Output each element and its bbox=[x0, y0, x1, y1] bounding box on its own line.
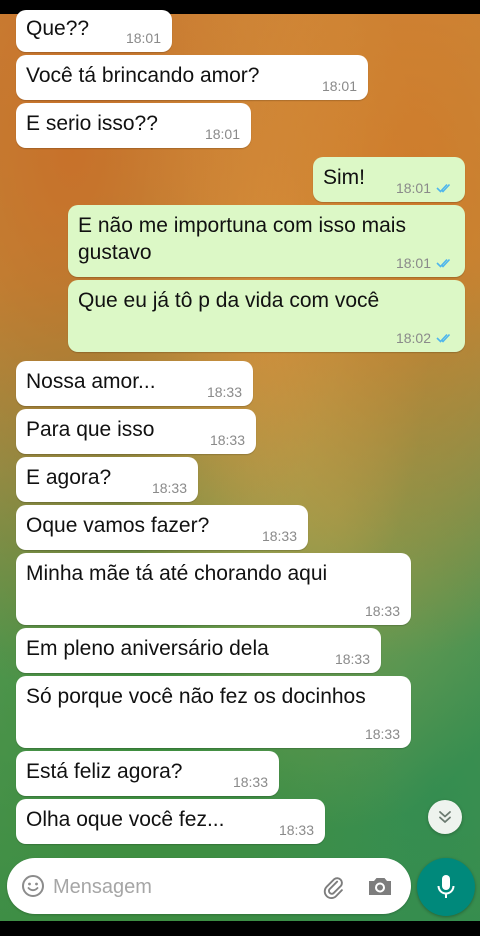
message-input[interactable] bbox=[51, 871, 305, 903]
message-text: Que eu já tô p da vida com você bbox=[78, 289, 380, 312]
message-bubble-incoming[interactable]: Para que isso 18:33 bbox=[16, 409, 256, 454]
read-ticks-icon bbox=[436, 183, 451, 193]
message-bubble-incoming[interactable]: E agora? 18:33 bbox=[16, 457, 198, 502]
message-bubble-incoming[interactable]: Que?? 18:01 bbox=[16, 10, 172, 52]
message-meta: 18:33 bbox=[233, 774, 268, 790]
message-text: Em pleno aniversário dela bbox=[26, 637, 269, 660]
navigation-bar bbox=[0, 921, 480, 936]
message-meta: 18:33 bbox=[365, 726, 400, 742]
message-bubble-incoming[interactable]: Olha oque você fez... 18:33 bbox=[16, 799, 325, 844]
message-time: 18:01 bbox=[125, 30, 161, 46]
microphone-icon bbox=[437, 875, 455, 898]
message-meta: 18:33 bbox=[262, 528, 297, 544]
camera-icon[interactable] bbox=[366, 873, 394, 899]
message-time: 18:33 bbox=[334, 651, 370, 667]
message-meta: 18:33 bbox=[335, 651, 370, 667]
read-ticks-icon bbox=[436, 333, 451, 343]
message-meta: 18:01 bbox=[396, 180, 454, 196]
message-meta: 18:33 bbox=[279, 822, 314, 838]
message-time: 18:01 bbox=[395, 255, 431, 271]
message-bubble-outgoing[interactable]: E não me importuna com isso mais gustavo… bbox=[68, 205, 465, 277]
message-meta: 18:33 bbox=[207, 384, 242, 400]
message-bubble-incoming[interactable]: Minha mãe tá até chorando aqui 18:33 bbox=[16, 553, 411, 625]
message-bubble-incoming[interactable]: Nossa amor... 18:33 bbox=[16, 361, 253, 406]
scroll-to-bottom-button[interactable] bbox=[428, 800, 462, 834]
message-bubble-incoming[interactable]: Você tá brincando amor? 18:01 bbox=[16, 55, 368, 100]
message-bubble-incoming[interactable]: Só porque você não fez os docinhos 18:33 bbox=[16, 676, 411, 748]
message-meta: 18:01 bbox=[205, 126, 240, 142]
message-text: Olha oque você fez... bbox=[26, 808, 225, 831]
message-bubble-incoming[interactable]: Oque vamos fazer? 18:33 bbox=[16, 505, 308, 550]
message-time: 18:33 bbox=[261, 528, 297, 544]
message-bubble-incoming[interactable]: Está feliz agora? 18:33 bbox=[16, 751, 279, 796]
message-text: Oque vamos fazer? bbox=[26, 514, 210, 537]
message-text: Você tá brincando amor? bbox=[26, 64, 260, 87]
message-meta: 18:33 bbox=[210, 432, 245, 448]
message-time: 18:33 bbox=[278, 822, 314, 838]
message-bubble-incoming[interactable]: Em pleno aniversário dela 18:33 bbox=[16, 628, 381, 673]
message-bubble-outgoing[interactable]: Sim! 18:01 bbox=[313, 157, 465, 202]
voice-message-button[interactable] bbox=[417, 858, 475, 916]
message-time: 18:01 bbox=[321, 78, 357, 94]
message-time: 18:33 bbox=[364, 603, 400, 619]
message-meta: 18:01 bbox=[322, 78, 357, 94]
double-chevron-down-icon bbox=[439, 811, 451, 823]
message-meta: 18:02 bbox=[396, 330, 454, 346]
paperclip-icon[interactable] bbox=[321, 874, 347, 900]
message-time: 18:01 bbox=[204, 126, 240, 142]
message-time: 18:33 bbox=[206, 384, 242, 400]
message-time: 18:33 bbox=[151, 480, 187, 496]
message-time: 18:33 bbox=[232, 774, 268, 790]
message-text: Minha mãe tá até chorando aqui bbox=[26, 562, 328, 585]
message-time: 18:33 bbox=[209, 432, 245, 448]
message-meta: 18:01 bbox=[126, 30, 161, 46]
message-bubble-incoming[interactable]: E serio isso?? 18:01 bbox=[16, 103, 251, 148]
message-time: 18:02 bbox=[395, 330, 431, 346]
message-composer bbox=[7, 858, 411, 914]
message-meta: 18:01 bbox=[396, 255, 454, 271]
emoji-icon[interactable] bbox=[21, 874, 45, 898]
message-bubble-outgoing[interactable]: Que eu já tô p da vida com você 18:02 bbox=[68, 280, 465, 352]
message-meta: 18:33 bbox=[365, 603, 400, 619]
read-ticks-icon bbox=[436, 258, 451, 268]
message-meta: 18:33 bbox=[152, 480, 187, 496]
message-text: Só porque você não fez os docinhos bbox=[26, 685, 366, 708]
message-time: 18:01 bbox=[395, 180, 431, 196]
message-time: 18:33 bbox=[364, 726, 400, 742]
